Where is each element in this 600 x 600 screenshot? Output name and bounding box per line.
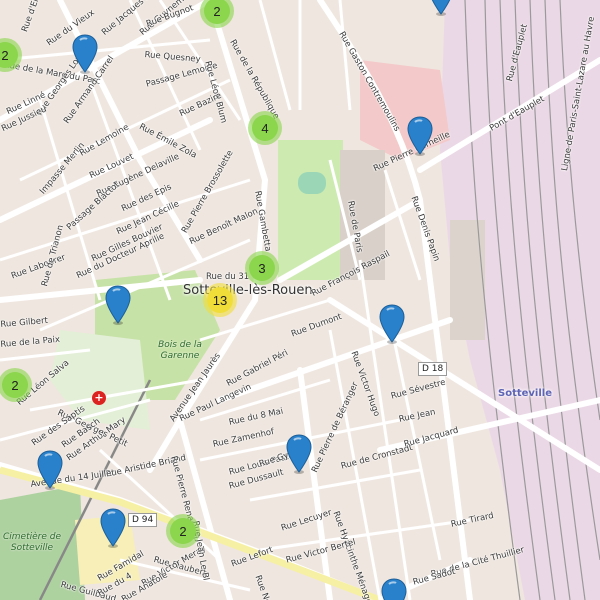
map-pin-icon — [37, 450, 63, 490]
map-view[interactable]: Sotteville-lès-Rouen Sotteville D 18 D 9… — [0, 0, 600, 600]
cluster-count: 2 — [170, 518, 196, 544]
cluster-count: 13 — [207, 287, 233, 313]
street-label: Rue du 31 — [206, 272, 250, 282]
road-ref-d94: D 94 — [128, 513, 158, 527]
map-pin-marker[interactable] — [100, 508, 126, 548]
cluster-count: 4 — [252, 115, 278, 141]
map-pin-icon — [286, 434, 312, 474]
cluster-count: 2 — [0, 42, 18, 68]
marker-cluster[interactable]: 4 — [248, 111, 282, 145]
map-pin-icon — [431, 0, 451, 16]
road-ref-d18: D 18 — [418, 362, 448, 376]
map-pin-icon — [100, 508, 126, 548]
map-pin-marker[interactable] — [407, 116, 433, 156]
marker-cluster[interactable]: 2 — [166, 514, 200, 548]
map-pin-icon — [379, 304, 405, 344]
cluster-count: 3 — [249, 255, 275, 281]
map-pin-icon — [407, 116, 433, 156]
map-pin-marker[interactable] — [72, 34, 98, 74]
hospital-icon: + — [92, 391, 106, 405]
map-pin-marker[interactable] — [105, 285, 131, 325]
map-pin-icon — [72, 34, 98, 74]
park-label-garenne: Bois de la Garenne — [158, 340, 202, 361]
map-pin-icon — [105, 285, 131, 325]
map-pin-marker[interactable] — [286, 434, 312, 474]
map-pin-marker[interactable] — [379, 304, 405, 344]
station-label: Sotteville — [498, 388, 552, 399]
cluster-count: 2 — [2, 372, 28, 398]
cluster-count: 2 — [204, 0, 230, 24]
map-pin-icon — [381, 578, 407, 600]
map-pin-marker[interactable] — [37, 450, 63, 490]
map-pin-marker[interactable] — [381, 578, 407, 600]
park-label-cemetery: Cimetière de Sotteville — [2, 532, 61, 553]
marker-cluster[interactable]: 3 — [245, 251, 279, 285]
map-pin-marker[interactable] — [428, 0, 454, 16]
marker-cluster[interactable]: 13 — [203, 283, 237, 317]
